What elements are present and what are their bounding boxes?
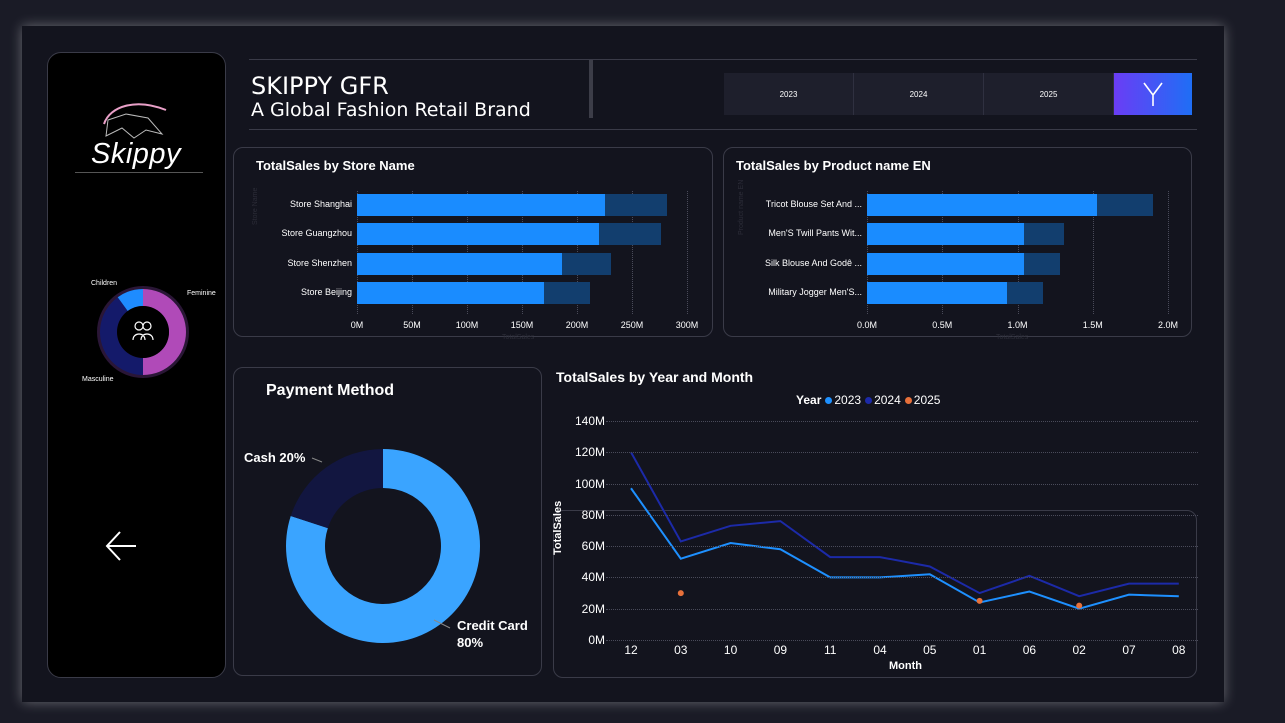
- bar: [357, 194, 605, 216]
- x-tick-label: 11: [823, 643, 837, 657]
- x-tick-label: 50M: [403, 320, 421, 330]
- product-x-axis-title: TotalSales: [996, 334, 1029, 341]
- credit-card-label: Credit Card: [457, 618, 528, 633]
- bar: [867, 194, 1098, 216]
- bar-category-label: Store Shanghai: [289, 199, 352, 209]
- grid-line: [606, 577, 1198, 579]
- grid-line: [606, 483, 1198, 485]
- payment-chart-title: Payment Method: [266, 382, 395, 399]
- bar: [357, 252, 562, 275]
- x-tick-label: 1.5M: [1082, 320, 1103, 330]
- filter-icon: [1143, 82, 1163, 106]
- grid-line: [1168, 191, 1169, 315]
- bar-category-label: Men'S Twill Pants Wit...: [768, 228, 862, 239]
- payment-leader-lines: [311, 457, 451, 629]
- x-tick-label: 200M: [565, 320, 589, 330]
- filter-button[interactable]: [1114, 73, 1192, 115]
- y-tick-label: 100M: [574, 476, 605, 491]
- x-tick-label: 04: [873, 643, 887, 657]
- family-icon: [132, 321, 154, 341]
- credit-card-percent: 80%: [457, 635, 484, 650]
- logo-text: Skippy: [91, 138, 182, 170]
- header-divider-top: [249, 59, 1197, 60]
- grid-line: [606, 421, 1198, 422]
- page-title: SKIPPY GFR: [251, 72, 389, 100]
- x-tick-label: 2.0M: [1157, 320, 1178, 330]
- logo-icon: [103, 103, 167, 139]
- bar-category-label: Store Guangzhou: [281, 228, 352, 239]
- label-children: Children: [91, 280, 118, 287]
- product-chart-title: TotalSales by Product name EN: [736, 158, 931, 173]
- grid-line: [606, 640, 1198, 641]
- x-tick-label: 0M: [350, 320, 364, 330]
- page-subtitle: A Global Fashion Retail Brand: [251, 99, 531, 121]
- bar-category-label: Tricot Blouse Set And ...: [765, 199, 862, 209]
- line-chart-legend: Year 2023 2024 2025: [796, 393, 940, 407]
- legend-dot-2023: [825, 397, 833, 404]
- year-slicer-2024[interactable]: 2024: [854, 73, 984, 115]
- bar-category-label: Store Shenzhen: [287, 257, 352, 268]
- y-tick-label: 120M: [574, 445, 605, 460]
- legend-2023: 2023: [834, 393, 862, 407]
- logo-underline: [75, 172, 203, 173]
- x-tick-label: 150M: [510, 320, 534, 330]
- x-tick-label: 09: [773, 643, 788, 657]
- x-tick-label: 03: [674, 643, 688, 657]
- line-chart-title: TotalSales by Year and Month: [556, 369, 754, 385]
- x-tick-label: 0.5M: [932, 320, 953, 330]
- y-tick-label: 60M: [581, 539, 605, 554]
- bar: [357, 223, 599, 246]
- cash-label: Cash 20%: [244, 450, 306, 465]
- x-tick-label: 250M: [620, 320, 644, 330]
- grid-line: [606, 452, 1198, 454]
- y-tick-label: 40M: [581, 570, 605, 585]
- grid-line: [606, 514, 1198, 516]
- x-tick-label: 08: [1172, 643, 1186, 657]
- store-chart-title: TotalSales by Store Name: [256, 158, 415, 173]
- x-tick-label: 0.0M: [856, 320, 877, 330]
- y-tick-label: 140M: [574, 414, 605, 428]
- line-x-axis-title: Month: [889, 660, 922, 672]
- bar-category-label: Silk Blouse And Godê ...: [764, 257, 862, 268]
- x-tick-label: 100M: [455, 320, 479, 330]
- back-arrow-icon[interactable]: [104, 528, 140, 564]
- year-slicer-2023[interactable]: 2023: [724, 73, 854, 115]
- x-tick-label: 300M: [675, 320, 699, 330]
- y-tick-label: 20M: [581, 601, 605, 616]
- bar: [357, 281, 544, 304]
- year-slicer-2025[interactable]: 2025: [984, 73, 1114, 115]
- x-tick-label: 12: [624, 643, 638, 657]
- header-separator: [589, 60, 593, 118]
- x-tick-label: 07: [1122, 643, 1136, 657]
- x-tick-label: 06: [1022, 643, 1037, 657]
- y-tick-label: 80M: [581, 507, 605, 522]
- bar: [867, 252, 1024, 275]
- bar-category-label: Store Beijing: [300, 286, 352, 297]
- legend-2025: 2025: [913, 393, 941, 407]
- grid-line: [606, 608, 1198, 610]
- grid-line: [606, 546, 1198, 548]
- x-tick-label: 02: [1072, 643, 1086, 657]
- x-tick-label: 01: [972, 643, 987, 657]
- x-tick-label: 10: [723, 643, 738, 657]
- store-x-axis-title: TotalSales: [502, 334, 535, 341]
- bar: [867, 223, 1024, 246]
- legend-title: Year: [796, 393, 822, 407]
- x-tick-label: 05: [923, 643, 937, 657]
- bar-category-label: Military Jogger Men'S...: [768, 286, 862, 297]
- label-masculine: Masculine: [82, 376, 114, 383]
- y-tick-label: 0M: [588, 633, 605, 647]
- grid-line: [687, 191, 688, 315]
- x-tick-label: 1.0M: [1007, 320, 1028, 330]
- header-divider-bottom: [249, 129, 1197, 130]
- legend-2024: 2024: [874, 393, 901, 407]
- legend-dot-2025: [904, 397, 912, 404]
- legend-dot-2024: [865, 397, 873, 404]
- bar: [867, 281, 1007, 304]
